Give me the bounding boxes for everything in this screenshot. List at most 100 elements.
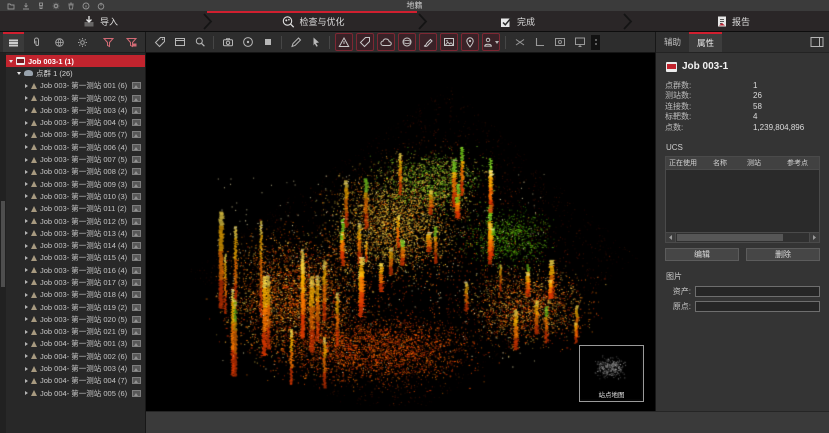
tree-item-station[interactable]: Job 003- 第一测站 003 (4): [6, 104, 145, 116]
export-icon[interactable]: [22, 2, 30, 10]
camera-icon[interactable]: [219, 34, 236, 51]
select-cursor-icon[interactable]: [307, 34, 324, 51]
station-image-icon[interactable]: [132, 168, 141, 175]
station-image-icon[interactable]: [132, 267, 141, 274]
tree-item-station[interactable]: Job 003- 第一测站 008 (2): [6, 166, 145, 178]
sphere-filter-icon[interactable]: [398, 33, 416, 51]
chevron-down-icon[interactable]: [495, 41, 499, 44]
expand-caret-icon[interactable]: [25, 158, 28, 162]
tree-item-station[interactable]: Job 004- 第一测站 003 (4): [6, 362, 145, 374]
zoom-window-icon[interactable]: [191, 34, 208, 51]
ucs-col-refpoint[interactable]: 参考点: [784, 158, 819, 168]
expand-caret-icon[interactable]: [25, 231, 28, 235]
station-image-icon[interactable]: [132, 316, 141, 323]
expand-caret-icon[interactable]: [25, 280, 28, 284]
expand-caret-icon[interactable]: [25, 330, 28, 334]
draw-filter-icon[interactable]: [419, 33, 437, 51]
display-icon[interactable]: [571, 34, 588, 51]
station-image-icon[interactable]: [132, 230, 141, 237]
tree-item-job-root[interactable]: Job 003-1 (1): [6, 55, 145, 67]
tree-item-station[interactable]: Job 003- 第一测站 021 (9): [6, 326, 145, 338]
expand-caret-icon[interactable]: [25, 133, 28, 137]
expand-caret-icon[interactable]: [25, 194, 28, 198]
ucs-col-name[interactable]: 名称: [710, 158, 744, 168]
step-import[interactable]: 导入: [82, 11, 118, 32]
tab-attachments[interactable]: [26, 32, 47, 52]
tree-item-station[interactable]: Job 003- 第一测站 017 (3): [6, 276, 145, 288]
tab-auxiliary[interactable]: 辅助: [656, 32, 689, 52]
expand-caret-icon[interactable]: [25, 293, 28, 297]
tree-item-point-group[interactable]: 点群 1 (26): [6, 67, 145, 79]
expand-caret-icon[interactable]: [25, 121, 28, 125]
station-image-icon[interactable]: [132, 353, 141, 360]
step-inspect-optimize[interactable]: 检查与优化: [281, 11, 344, 32]
station-image-icon[interactable]: [132, 218, 141, 225]
expand-caret-icon[interactable]: [25, 96, 28, 100]
station-image-icon[interactable]: [132, 328, 141, 335]
expand-caret-icon[interactable]: [25, 182, 28, 186]
tab-properties[interactable]: 属性: [689, 32, 722, 52]
person-filter-icon[interactable]: [482, 33, 500, 51]
expand-caret-icon[interactable]: [25, 354, 28, 358]
usb-icon[interactable]: [37, 2, 45, 10]
tree-item-station[interactable]: Job 003- 第一测站 005 (7): [6, 129, 145, 141]
tree-item-station[interactable]: Job 003- 第一测站 002 (5): [6, 92, 145, 104]
station-image-icon[interactable]: [132, 144, 141, 151]
station-image-icon[interactable]: [132, 377, 141, 384]
delete-button[interactable]: 删除: [746, 248, 820, 261]
tab-project-tree[interactable]: [3, 32, 24, 52]
expand-caret-icon[interactable]: [25, 305, 28, 309]
delete-icon[interactable]: [67, 2, 75, 10]
step-finish[interactable]: 完成: [499, 11, 535, 32]
expand-caret-icon[interactable]: [25, 219, 28, 223]
origin-input[interactable]: [695, 301, 820, 312]
viewport-3d[interactable]: 站点地图: [146, 53, 655, 411]
expand-caret-icon[interactable]: [25, 367, 28, 371]
expand-caret-icon[interactable]: [25, 317, 28, 321]
tab-globe[interactable]: [49, 32, 70, 52]
filter-images-icon[interactable]: [121, 32, 142, 52]
tree-item-station[interactable]: Job 003- 第一测站 015 (4): [6, 252, 145, 264]
asset-input[interactable]: [695, 286, 820, 297]
toolbar-grip[interactable]: [591, 35, 600, 50]
tree-item-station[interactable]: Job 003- 第一测站 010 (3): [6, 190, 145, 202]
tree-item-station[interactable]: Job 004- 第一测站 004 (7): [6, 375, 145, 387]
expand-caret-icon[interactable]: [25, 268, 28, 272]
tag-tool-icon[interactable]: [151, 34, 168, 51]
corner-axis-icon[interactable]: [531, 34, 548, 51]
image-filter-icon[interactable]: [440, 33, 458, 51]
tree-item-station[interactable]: Job 003- 第一测站 020 (5): [6, 313, 145, 325]
transform-icon[interactable]: [511, 34, 528, 51]
tree-item-station[interactable]: Job 003- 第一测站 019 (2): [6, 301, 145, 313]
ucs-col-station[interactable]: 测站: [744, 158, 784, 168]
panorama-camera-icon[interactable]: [239, 34, 256, 51]
tree-item-station[interactable]: Job 003- 第一测站 007 (5): [6, 153, 145, 165]
ucs-hscrollbar[interactable]: [666, 232, 819, 242]
station-image-icon[interactable]: [132, 156, 141, 163]
info-icon[interactable]: [82, 2, 90, 10]
collapse-caret-icon[interactable]: [9, 60, 13, 63]
tree-item-station[interactable]: Job 003- 第一测站 018 (4): [6, 289, 145, 301]
station-image-icon[interactable]: [132, 365, 141, 372]
station-image-icon[interactable]: [132, 279, 141, 286]
station-image-icon[interactable]: [132, 119, 141, 126]
station-image-icon[interactable]: [132, 205, 141, 212]
station-image-icon[interactable]: [132, 291, 141, 298]
pin-filter-icon[interactable]: [461, 33, 479, 51]
cloud-filter-icon[interactable]: [377, 33, 395, 51]
tree-item-station[interactable]: Job 003- 第一测站 014 (4): [6, 239, 145, 251]
tree-item-station[interactable]: Job 003- 第一测站 009 (3): [6, 178, 145, 190]
minimap[interactable]: 站点地图: [579, 345, 644, 402]
station-image-icon[interactable]: [132, 82, 141, 89]
tree-item-station[interactable]: Job 003- 第一测站 004 (5): [6, 116, 145, 128]
settings-icon[interactable]: [52, 2, 60, 10]
station-image-icon[interactable]: [132, 340, 141, 347]
station-image-icon[interactable]: [132, 181, 141, 188]
station-image-icon[interactable]: [132, 107, 141, 114]
station-image-icon[interactable]: [132, 131, 141, 138]
ucs-table-body[interactable]: [666, 170, 819, 232]
expand-caret-icon[interactable]: [25, 244, 28, 248]
station-image-icon[interactable]: [132, 390, 141, 397]
scroll-right-icon[interactable]: [809, 233, 819, 242]
stop-icon[interactable]: [259, 34, 276, 51]
